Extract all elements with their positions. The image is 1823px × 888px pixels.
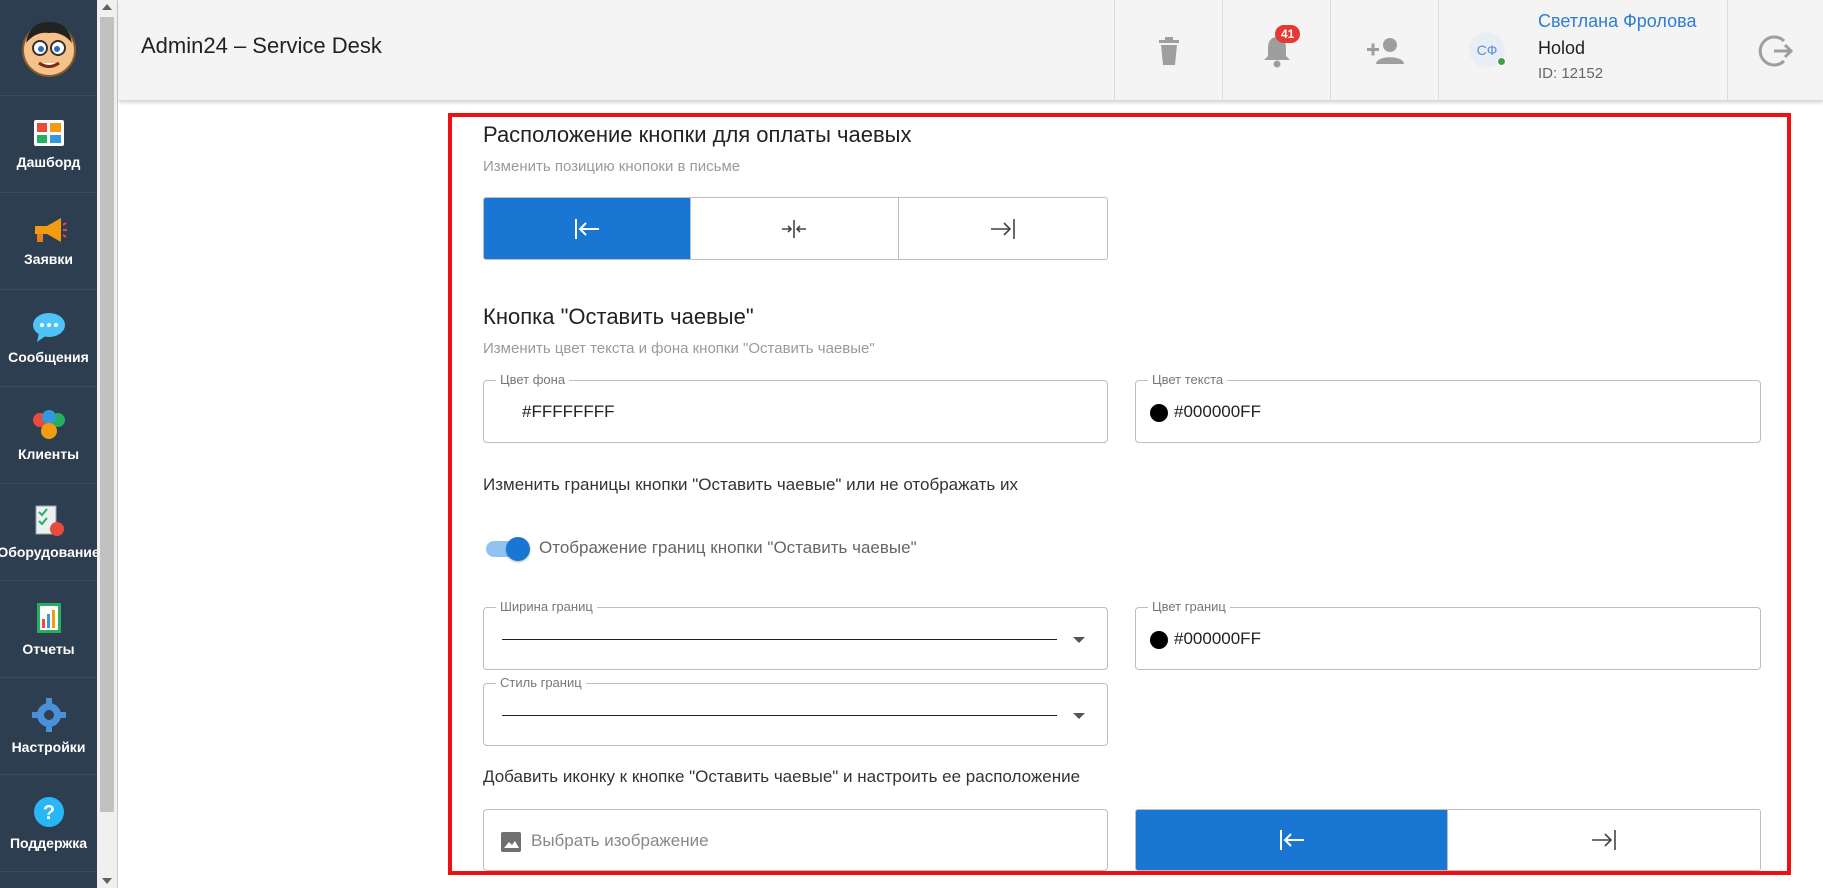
user-company: Holod <box>1538 38 1586 58</box>
megaphone-icon <box>34 218 67 242</box>
image-icon <box>501 832 521 852</box>
sidebar-item-clients[interactable]: Клиенты <box>0 387 97 484</box>
avatar-logo-icon <box>21 21 76 77</box>
gear-icon <box>31 698 66 732</box>
dashboard-icon <box>33 120 64 146</box>
tip-position-subtitle: Изменить позицию кнопоки в письме <box>483 158 741 175</box>
align-right-button[interactable] <box>898 198 1107 259</box>
icon-left-button[interactable] <box>1136 810 1448 870</box>
svg-text:?: ? <box>42 802 54 824</box>
text-color-label: Цвет текста <box>1148 372 1228 387</box>
align-left-button[interactable] <box>484 198 692 259</box>
text-color-value[interactable]: #000000FF <box>1174 402 1261 422</box>
sidebar-item-label: Сообщения <box>8 349 89 365</box>
sidebar-item-reports[interactable]: Отчеты <box>0 581 97 678</box>
align-center-icon <box>782 219 807 238</box>
clients-icon <box>32 410 65 439</box>
sidebar-item-label: Оборудование <box>0 544 100 560</box>
border-color-field[interactable]: Цвет границ #000000FF <box>1135 599 1761 670</box>
toggle-knob <box>506 537 530 561</box>
chevron-down-icon <box>1073 637 1085 643</box>
border-color-label: Цвет границ <box>1148 599 1230 614</box>
top-header: Admin24 – Service Desk 41 СФ Светлана Фр… <box>119 0 1823 101</box>
user-name[interactable]: Светлана Фролова <box>1538 11 1696 32</box>
image-picker-placeholder: Выбрать изображение <box>531 831 709 850</box>
sidebar-item-label: Настройки <box>11 739 86 755</box>
sidebar-item-label: Клиенты <box>17 446 80 462</box>
icon-position-selector <box>1135 809 1761 871</box>
chevron-down-icon <box>1073 713 1085 719</box>
equipment-icon <box>35 505 64 536</box>
sidebar-item-dashboard[interactable]: Дашборд <box>0 96 97 193</box>
border-width-preview <box>502 639 1057 640</box>
bg-color-field[interactable]: Цвет фона #FFFFFFFF <box>483 372 1108 443</box>
border-style-label: Стиль границ <box>496 675 586 690</box>
online-status-icon <box>1497 57 1506 66</box>
border-color-swatch[interactable] <box>1150 631 1168 649</box>
borders-heading: Изменить границы кнопки "Оставить чаевые… <box>483 475 1018 494</box>
user-profile[interactable]: СФ Светлана Фролова Holod ID: 12152 <box>1438 0 1727 101</box>
sidebar-item-label: Заявки <box>24 251 73 267</box>
add-user-button[interactable] <box>1330 0 1438 101</box>
tip-position-selector <box>483 197 1108 260</box>
notification-count-badge: 41 <box>1275 25 1301 43</box>
border-width-label: Ширина границ <box>496 599 597 614</box>
sidebar-item-support[interactable]: ? Поддержка <box>0 775 97 872</box>
chat-icon <box>32 313 65 342</box>
sidebar-item-equipment[interactable]: Оборудование <box>0 484 100 581</box>
bg-color-label: Цвет фона <box>496 372 570 387</box>
sidebar-item-label: Отчеты <box>22 641 75 657</box>
borders-toggle[interactable] <box>486 537 530 561</box>
sidebar-item-label: Поддержка <box>9 835 88 851</box>
tip-button-subtitle: Изменить цвет текста и фона кнопки "Оста… <box>483 340 875 357</box>
add-user-icon <box>1366 37 1404 64</box>
scroll-thumb[interactable] <box>100 17 114 812</box>
border-width-select[interactable]: Ширина границ <box>483 599 1108 670</box>
image-picker[interactable]: Выбрать изображение <box>483 809 1108 871</box>
icon-right-button[interactable] <box>1448 810 1760 870</box>
bg-color-value[interactable]: #FFFFFFFF <box>522 402 615 422</box>
borders-toggle-label: Отображение границ кнопки "Оставить чаев… <box>539 538 917 557</box>
align-right-icon <box>1592 830 1616 850</box>
align-left-icon <box>1279 830 1304 850</box>
tip-button-title: Кнопка "Оставить чаевые" <box>483 304 754 329</box>
user-id: ID: 12152 <box>1538 65 1604 82</box>
scroll-down-arrow-icon[interactable] <box>102 878 112 884</box>
page-scrollbar[interactable] <box>97 0 118 888</box>
app-logo[interactable] <box>0 0 97 96</box>
logout-button[interactable] <box>1727 0 1823 101</box>
sidebar-item-settings[interactable]: Настройки <box>0 678 97 775</box>
notifications-button[interactable]: 41 <box>1222 0 1330 101</box>
align-right-icon <box>990 218 1015 239</box>
align-center-button[interactable] <box>691 198 899 259</box>
app-title: Admin24 – Service Desk <box>141 33 382 58</box>
sidebar-item-messages[interactable]: Сообщения <box>0 290 97 387</box>
trash-button[interactable] <box>1114 0 1222 101</box>
border-color-value[interactable]: #000000FF <box>1174 629 1261 649</box>
reports-icon <box>36 603 61 633</box>
trash-icon <box>1158 36 1179 65</box>
help-icon: ? <box>33 797 64 827</box>
tip-position-title: Расположение кнопки для оплаты чаевых <box>483 122 912 147</box>
sidebar-item-label: Дашборд <box>16 154 81 170</box>
align-left-icon <box>575 218 600 239</box>
border-style-preview <box>502 715 1057 716</box>
scroll-up-arrow-icon[interactable] <box>102 4 112 10</box>
sidebar-item-tickets[interactable]: Заявки <box>0 193 97 290</box>
sidebar: Дашборд Заявки Сообщения Клиенты Оборудо… <box>0 0 100 888</box>
icon-section-heading: Добавить иконку к кнопке "Оставить чаевы… <box>483 767 1081 786</box>
logout-icon <box>1758 35 1793 66</box>
text-color-field[interactable]: Цвет текста #000000FF <box>1135 372 1761 443</box>
border-style-select[interactable]: Стиль границ <box>483 675 1108 746</box>
text-color-swatch[interactable] <box>1150 404 1168 422</box>
